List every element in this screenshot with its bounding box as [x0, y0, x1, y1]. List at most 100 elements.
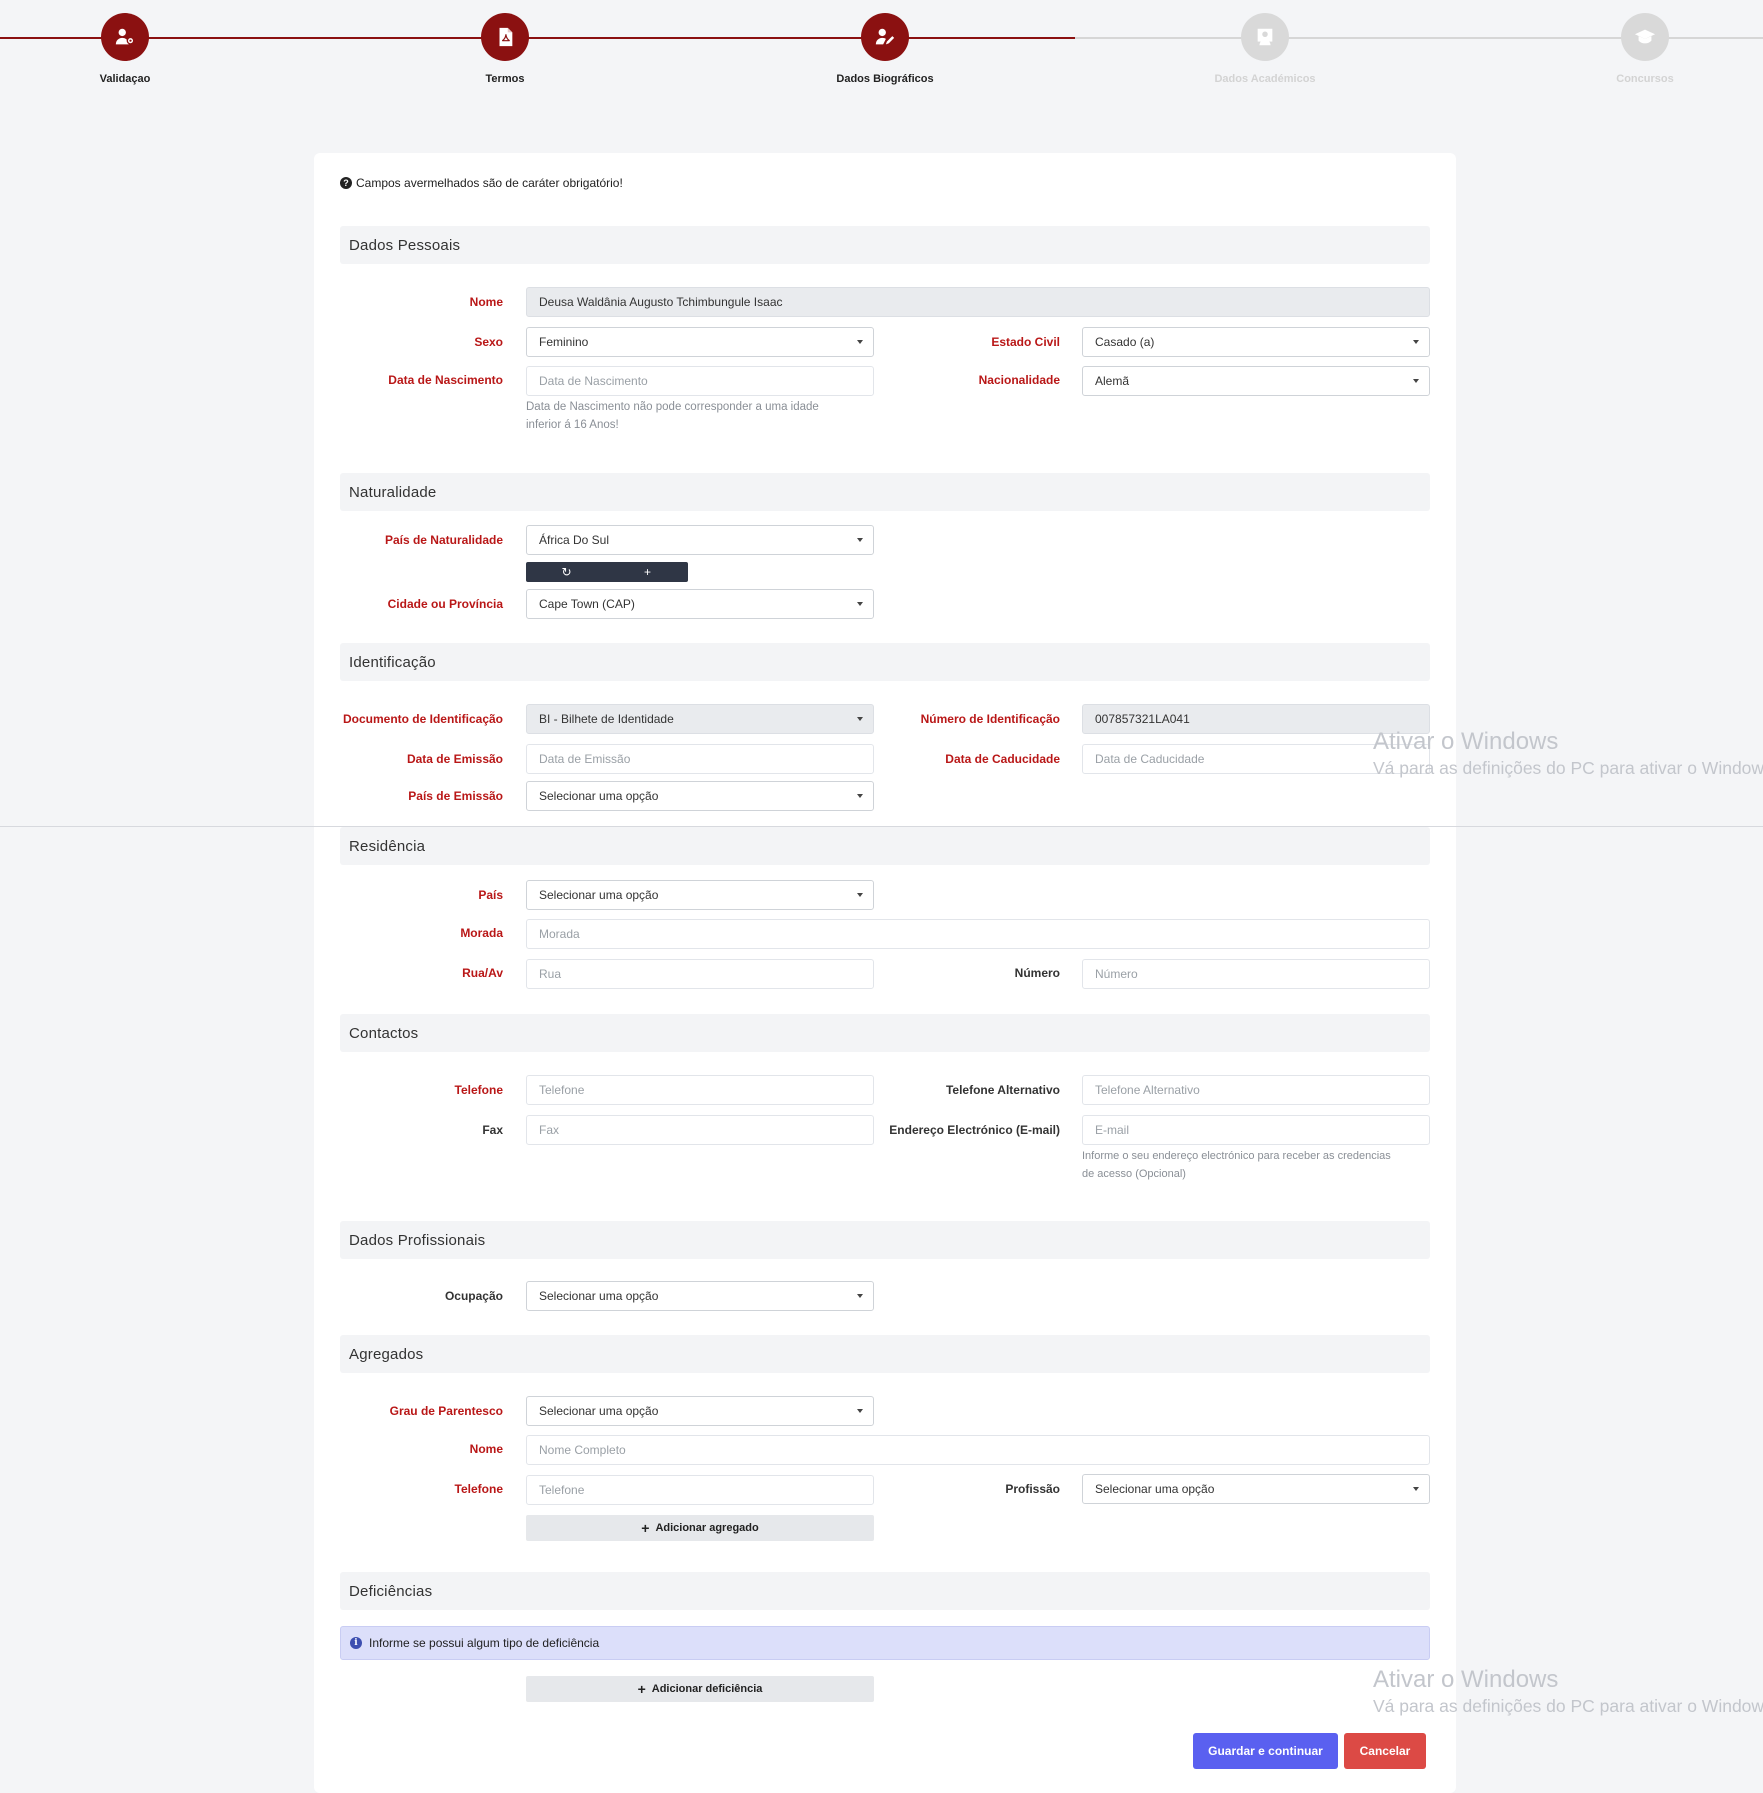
pais-emissao-select[interactable]: Selecionar uma opção [526, 781, 874, 811]
pais-naturalidade-selected: África Do Sul [539, 533, 610, 547]
question-circle-icon: ? [340, 177, 352, 189]
notice-text: Campos avermelhados são de caráter obrig… [356, 176, 623, 190]
caret-down-icon [857, 602, 863, 606]
grau-parentesco-select[interactable]: Selecionar uma opção [526, 1396, 874, 1426]
cidade-select[interactable]: Cape Town (CAP) [526, 589, 874, 619]
section-deficiencias: Deficiências [340, 1572, 1430, 1610]
section-title: Deficiências [349, 1583, 433, 1600]
profissao-selected: Selecionar uma opção [1095, 1482, 1215, 1496]
step-dados-academicos[interactable]: Dados Académicos [1165, 13, 1365, 85]
section-title: Naturalidade [349, 484, 437, 501]
biographic-form-card: ? Campos avermelhados são de caráter obr… [314, 153, 1456, 1793]
morada-input[interactable]: Morada [526, 919, 1430, 949]
pais-naturalidade-select[interactable]: África Do Sul [526, 525, 874, 555]
telefone-input[interactable]: Telefone [526, 1075, 874, 1105]
caret-down-icon [1413, 340, 1419, 344]
ocupacao-selected: Selecionar uma opção [539, 1289, 659, 1303]
caret-down-icon [857, 794, 863, 798]
agregado-nome-input[interactable]: Nome Completo [526, 1435, 1430, 1465]
step-label: Concursos [1616, 73, 1674, 85]
caret-down-icon [1413, 379, 1419, 383]
cancel-button[interactable]: Cancelar [1344, 1733, 1426, 1769]
nacionalidade-select[interactable]: Alemã [1082, 366, 1430, 396]
profissao-label: Profissão [1005, 1482, 1060, 1496]
section-dados-pessoais: Dados Pessoais [340, 226, 1430, 264]
documento-label: Documento de Identificação [342, 712, 503, 726]
documento-select[interactable]: BI - Bilhete de Identidade [526, 704, 874, 734]
add-deficiencia-button[interactable]: + Adicionar deficiência [526, 1676, 874, 1702]
caret-down-icon [857, 1294, 863, 1298]
section-title: Contactos [349, 1025, 419, 1042]
step-dados-biograficos[interactable]: Dados Biográficos [785, 13, 985, 85]
nacionalidade-selected: Alemã [1095, 374, 1130, 388]
caret-down-icon [1413, 1487, 1419, 1491]
rua-label: Rua/Av [462, 966, 503, 980]
pais-residencia-select[interactable]: Selecionar uma opção [526, 880, 874, 910]
profissao-select[interactable]: Selecionar uma opção [1082, 1474, 1430, 1504]
step-label: Dados Biográficos [836, 73, 934, 85]
nacionalidade-label: Nacionalidade [978, 373, 1060, 387]
add-city-button[interactable]: + [607, 562, 688, 582]
step-termos[interactable]: Termos [405, 13, 605, 85]
rua-input[interactable]: Rua [526, 959, 874, 989]
add-agregado-button[interactable]: + Adicionar agregado [526, 1515, 874, 1541]
step-concursos[interactable]: Concursos [1545, 13, 1745, 85]
help-line: inferior á 16 Anos! [526, 419, 619, 431]
data-caducidade-label: Data de Caducidade [945, 752, 1060, 766]
section-title: Identificação [349, 654, 436, 671]
teacher-icon [1241, 13, 1289, 61]
caret-down-icon [857, 893, 863, 897]
section-title: Agregados [349, 1346, 424, 1363]
estado-civil-select[interactable]: Casado (a) [1082, 327, 1430, 357]
data-nascimento-label: Data de Nascimento [388, 373, 503, 387]
caret-down-icon [857, 717, 863, 721]
agregado-telefone-input[interactable]: Telefone [526, 1475, 874, 1505]
agregado-telefone-label: Telefone [454, 1482, 503, 1496]
numero-input[interactable]: Número [1082, 959, 1430, 989]
data-emissao-label: Data de Emissão [406, 752, 503, 766]
watermark-title: Ativar o Windows [1373, 728, 1559, 755]
agregado-nome-label: Nome [469, 1442, 503, 1456]
help-line: Data de Nascimento não pode corresponder… [526, 401, 819, 413]
section-title: Dados Profissionais [349, 1232, 486, 1249]
naturalidade-action-buttons: ↻ + [526, 562, 688, 582]
section-identificacao: Identificação [340, 643, 1430, 681]
plus-icon: + [643, 565, 651, 579]
section-residencia: Residência [340, 827, 1430, 865]
telefone-alternativo-input[interactable]: Telefone Alternativo [1082, 1075, 1430, 1105]
pais-naturalidade-label: País de Naturalidade [384, 533, 503, 547]
ocupacao-select[interactable]: Selecionar uma opção [526, 1281, 874, 1311]
pais-residencia-label: País [478, 888, 503, 902]
save-continue-button[interactable]: Guardar e continuar [1193, 1733, 1338, 1769]
refresh-button[interactable]: ↻ [526, 562, 607, 582]
telefone-label: Telefone [454, 1083, 503, 1097]
windows-activation-watermark: Ativar o Windows Vá para as definições d… [1373, 728, 1763, 779]
watermark-subtitle: Vá para as definições do PC para ativar … [1373, 758, 1763, 778]
watermark-subtitle: Vá para as definições do PC para ativar … [1373, 1696, 1763, 1716]
cidade-label: Cidade ou Província [387, 597, 503, 611]
data-nascimento-help: Data de Nascimento não pode corresponder… [526, 398, 874, 434]
pdf-document-icon [481, 13, 529, 61]
grau-parentesco-selected: Selecionar uma opção [539, 1404, 659, 1418]
progress-stepper: Validaçao Termos Dados Biográficos Dados… [0, 0, 1763, 110]
pais-emissao-label: País de Emissão [408, 789, 503, 803]
section-dados-profissionais: Dados Profissionais [340, 1221, 1430, 1259]
caret-down-icon [857, 538, 863, 542]
step-validacao[interactable]: Validaçao [25, 13, 225, 85]
plus-icon: + [641, 1520, 650, 1536]
data-nascimento-input[interactable]: Data de Nascimento [526, 366, 874, 396]
sexo-select[interactable]: Feminino [526, 327, 874, 357]
help-line: de acesso (Opcional) [1082, 1168, 1186, 1180]
grau-parentesco-label: Grau de Parentesco [389, 1404, 503, 1418]
deficiencia-info-text: Informe se possui algum tipo de deficiên… [369, 1636, 600, 1650]
sexo-label: Sexo [474, 335, 503, 349]
add-deficiencia-label: Adicionar deficiência [651, 1683, 763, 1695]
pais-residencia-selected: Selecionar uma opção [539, 888, 659, 902]
caret-down-icon [857, 1409, 863, 1413]
email-help: Informe o seu endereço electrónico para … [1082, 1147, 1442, 1183]
nome-field[interactable]: Deusa Waldânia Augusto Tchimbungule Isaa… [526, 287, 1430, 317]
deficiencia-info-alert: i Informe se possui algum tipo de defici… [340, 1626, 1430, 1660]
email-input[interactable]: E-mail [1082, 1115, 1430, 1145]
windows-activation-watermark: Ativar o Windows Vá para as definições d… [1373, 1666, 1763, 1717]
data-emissao-input[interactable]: Data de Emissão [526, 744, 874, 774]
